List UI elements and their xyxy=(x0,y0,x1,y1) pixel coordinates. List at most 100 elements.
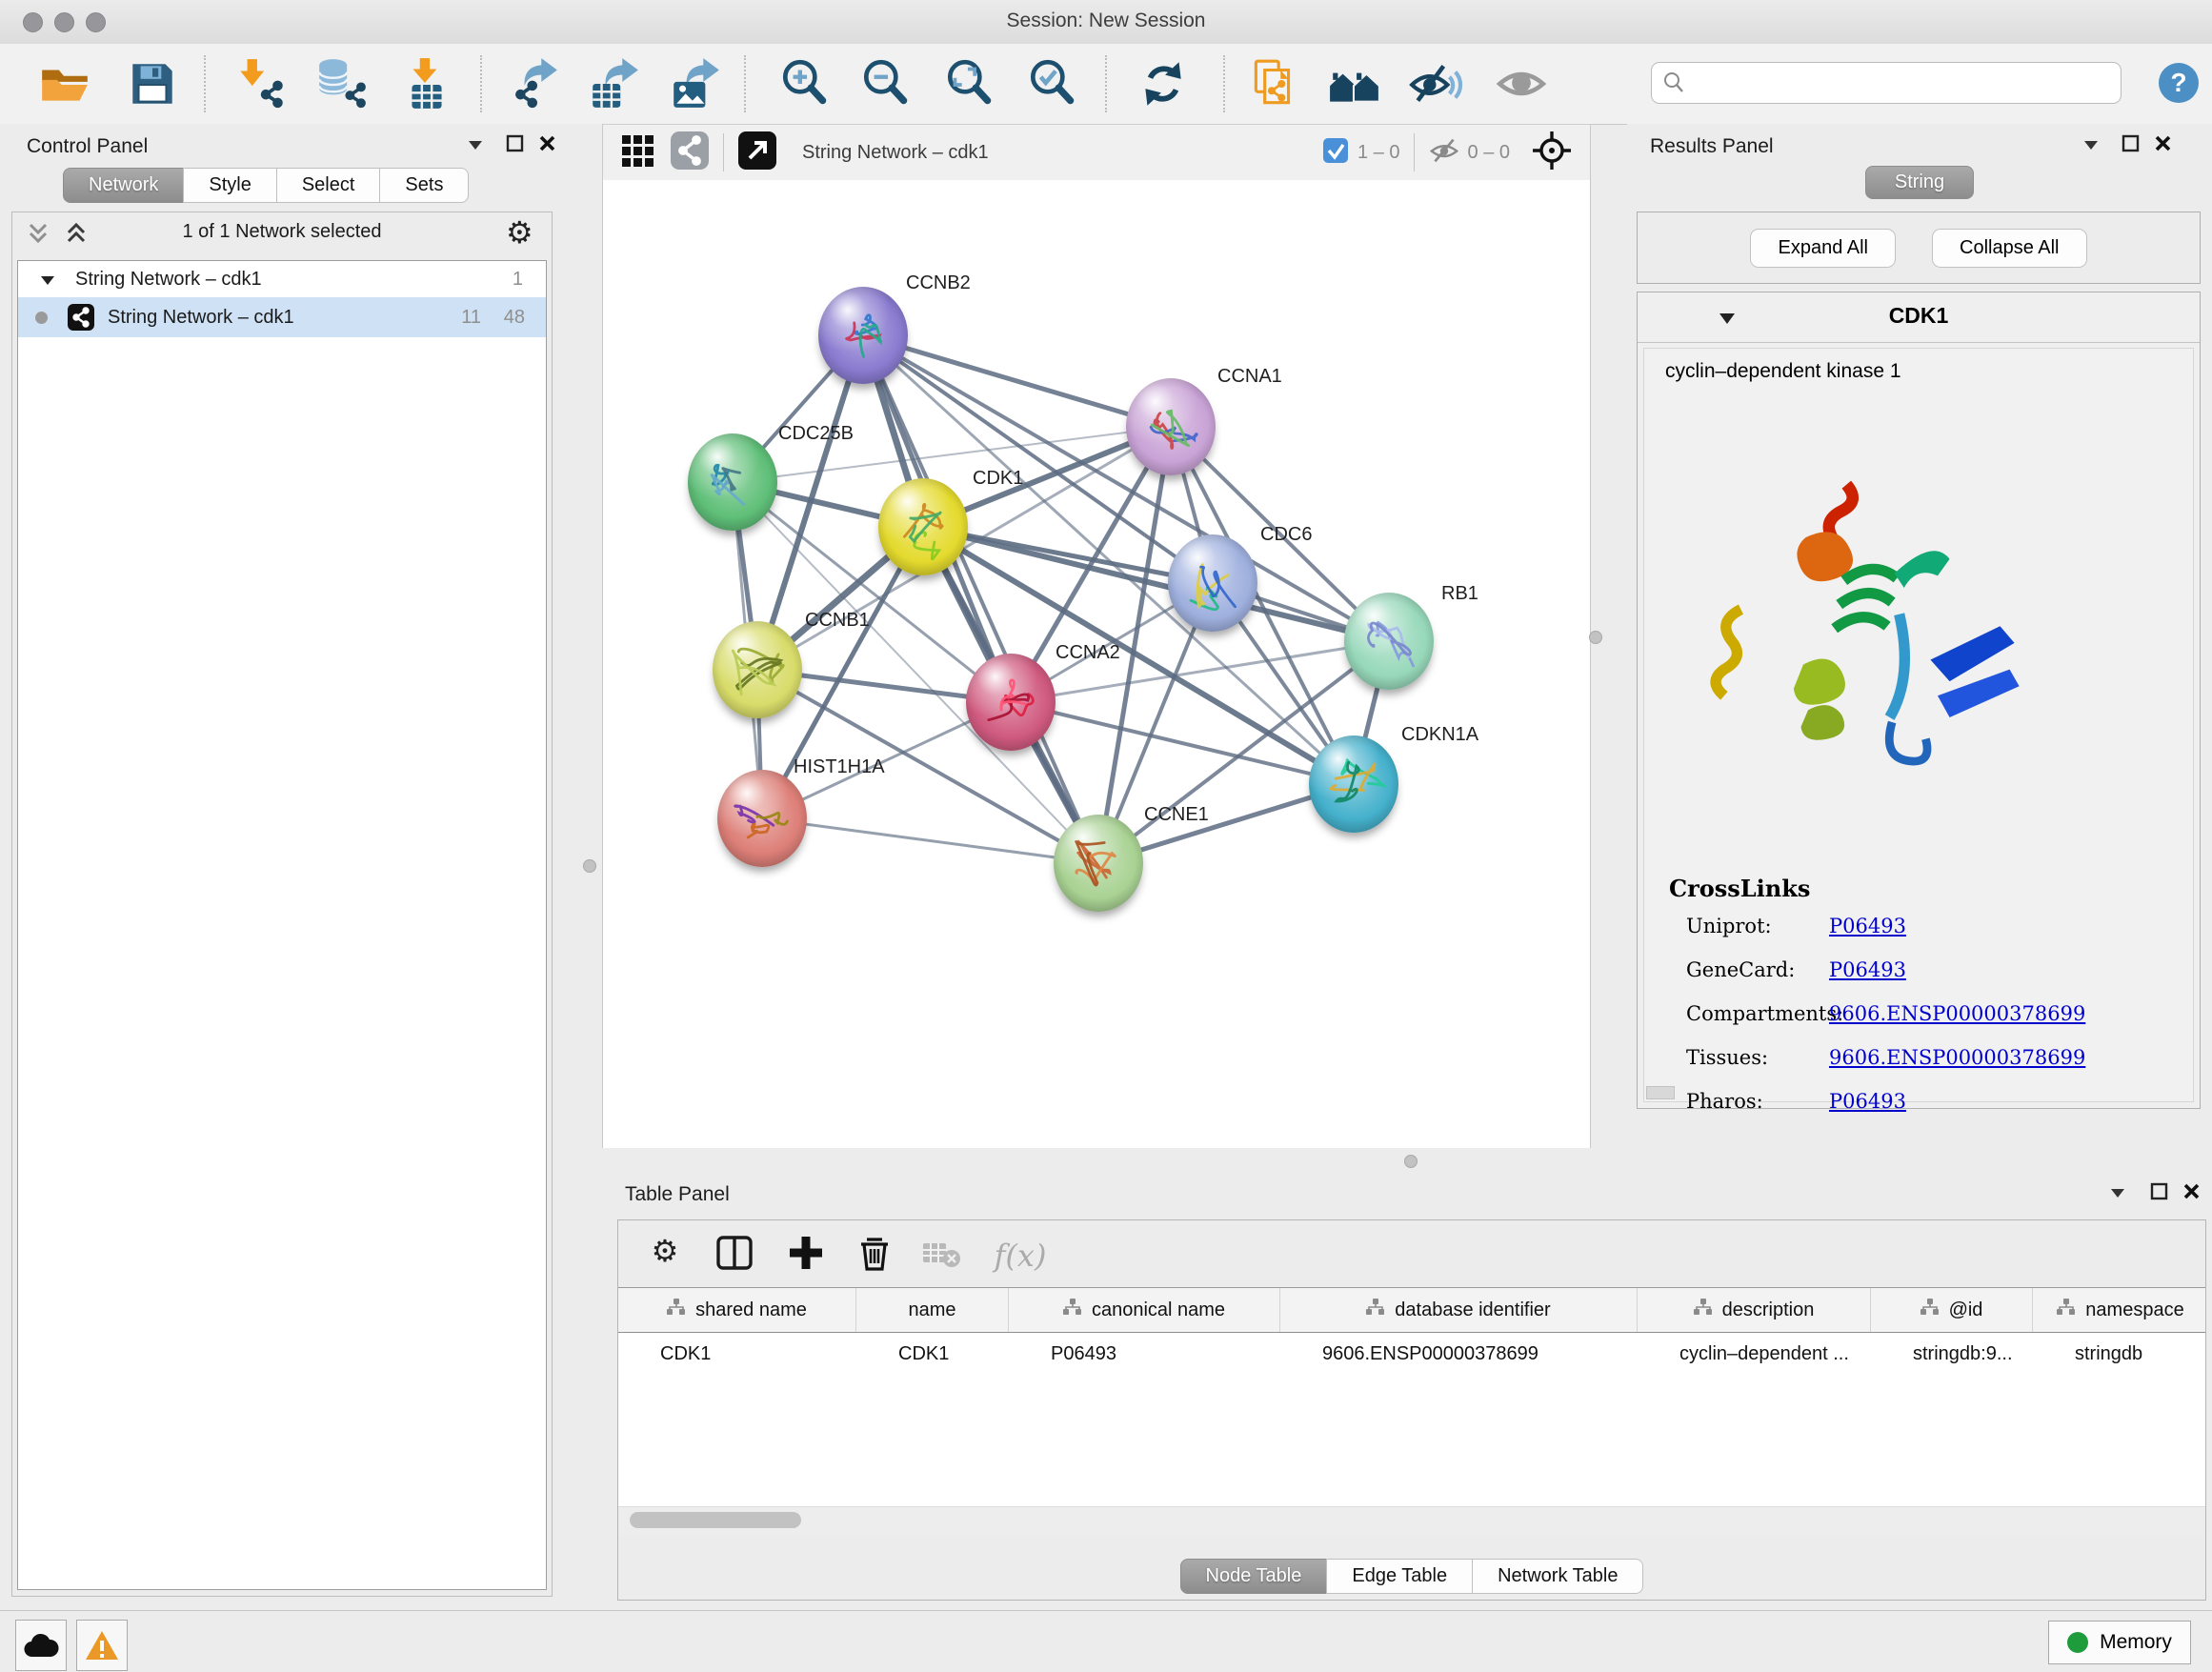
divider-handle[interactable] xyxy=(1589,631,1602,644)
network-node-CDK1[interactable] xyxy=(878,478,968,575)
memory-button[interactable]: Memory xyxy=(2048,1621,2191,1664)
import-network-database-icon[interactable] xyxy=(314,56,370,111)
help-button[interactable]: ? xyxy=(2157,61,2212,116)
export-image-icon[interactable] xyxy=(668,56,723,111)
network-node-RB1[interactable] xyxy=(1344,593,1434,690)
show-eye-icon[interactable] xyxy=(1494,56,1549,111)
network-node-CDC6[interactable] xyxy=(1168,534,1257,632)
refresh-icon[interactable] xyxy=(1136,56,1191,111)
column-header-shared-name[interactable]: shared name xyxy=(618,1288,856,1332)
divider-handle[interactable] xyxy=(583,859,596,873)
column-type-icon xyxy=(2057,1299,2076,1321)
entry-scrollbar[interactable] xyxy=(1646,1086,1675,1099)
tab-sets[interactable]: Sets xyxy=(379,168,469,203)
search-input[interactable] xyxy=(1686,71,2100,94)
protein-thumbnail xyxy=(1126,378,1216,475)
crosslink-link[interactable]: 9606.ENSP00000378699 xyxy=(1829,1002,2085,1025)
warnings-button[interactable] xyxy=(76,1620,128,1671)
panel-close-icon[interactable] xyxy=(2151,131,2176,156)
scrollbar-thumb[interactable] xyxy=(630,1512,801,1528)
crosslinks-title: CrossLinks xyxy=(1669,875,1810,902)
protein-thumbnail xyxy=(717,770,807,867)
zoom-out-icon[interactable] xyxy=(858,56,914,111)
panel-menu-icon[interactable] xyxy=(2105,1179,2130,1204)
network-row-selected[interactable]: String Network – cdk1 11 48 xyxy=(18,297,546,337)
table-cell: CDK1 xyxy=(618,1333,856,1375)
divider-handle[interactable] xyxy=(1404,1155,1418,1168)
clone-network-icon[interactable] xyxy=(1246,56,1301,111)
zoom-selected-icon[interactable] xyxy=(1025,56,1080,111)
crosslink-label: Tissues: xyxy=(1686,1046,1768,1069)
delete-column-icon[interactable] xyxy=(851,1232,898,1276)
home-overview-icon[interactable] xyxy=(1327,56,1382,111)
column-header--id[interactable]: @id xyxy=(1871,1288,2033,1332)
network-collection-row[interactable]: String Network – cdk1 1 xyxy=(18,261,546,297)
column-header-database-identifier[interactable]: database identifier xyxy=(1280,1288,1638,1332)
panel-close-icon[interactable] xyxy=(535,131,560,156)
import-network-file-icon[interactable] xyxy=(231,56,287,111)
hide-selected-icon[interactable] xyxy=(1408,56,1463,111)
add-column-icon[interactable] xyxy=(782,1232,830,1276)
protein-structure-image xyxy=(1692,463,2054,787)
collapse-all-button[interactable]: Collapse All xyxy=(1932,229,2087,268)
panel-menu-icon[interactable] xyxy=(463,131,488,156)
zoom-fit-icon[interactable] xyxy=(942,56,997,111)
tab-string[interactable]: String xyxy=(1865,166,1974,199)
table-row[interactable]: CDK1CDK1P064939606.ENSP00000378699cyclin… xyxy=(618,1333,2205,1375)
network-tree: String Network – cdk1 1 String Network –… xyxy=(17,260,547,1590)
table-options-gear-icon[interactable]: ⚙ xyxy=(641,1236,689,1279)
panel-menu-icon[interactable] xyxy=(2079,131,2103,156)
tab-style[interactable]: Style xyxy=(183,168,276,203)
column-header-canonical-name[interactable]: canonical name xyxy=(1009,1288,1280,1332)
export-network-icon[interactable] xyxy=(506,56,561,111)
network-canvas[interactable]: CCNB2CCNA1CDC25BCDK1CDC6RB1CCNB1CCNA2CDK… xyxy=(603,124,1590,1093)
column-header-namespace[interactable]: namespace xyxy=(2033,1288,2205,1332)
column-type-icon xyxy=(1694,1299,1713,1321)
collection-expand-icon[interactable] xyxy=(39,265,56,301)
column-header-description[interactable]: description xyxy=(1638,1288,1871,1332)
crosslink-link[interactable]: 9606.ENSP00000378699 xyxy=(1829,1046,2085,1069)
crosslink-link[interactable]: P06493 xyxy=(1829,915,1906,937)
toolbar-separator xyxy=(480,55,482,112)
network-options-gear-icon[interactable]: ⚙ xyxy=(506,217,533,248)
table-hscrollbar[interactable] xyxy=(618,1506,2205,1534)
tab-network[interactable]: Network xyxy=(63,168,184,203)
select-columns-icon[interactable] xyxy=(712,1232,759,1276)
network-node-count: 11 xyxy=(461,297,481,337)
tab-network-table[interactable]: Network Table xyxy=(1472,1559,1643,1594)
tab-edge-table[interactable]: Edge Table xyxy=(1326,1559,1473,1594)
tab-node-table[interactable]: Node Table xyxy=(1180,1559,1328,1594)
column-header-name[interactable]: name xyxy=(856,1288,1009,1332)
entry-header[interactable]: CDK1 xyxy=(1638,292,2200,343)
protein-thumbnail xyxy=(713,621,802,718)
column-label: canonical name xyxy=(1092,1299,1225,1321)
open-session-icon[interactable] xyxy=(37,56,92,111)
column-type-icon xyxy=(1366,1299,1385,1321)
network-node-CDC25B[interactable] xyxy=(688,433,777,531)
search-bar[interactable] xyxy=(1651,62,2122,104)
panel-float-icon[interactable] xyxy=(503,131,528,156)
crosslink-link[interactable]: P06493 xyxy=(1829,958,1906,981)
export-table-icon[interactable] xyxy=(587,56,642,111)
network-node-CCNA2[interactable] xyxy=(966,654,1056,751)
network-node-CCNA1[interactable] xyxy=(1126,378,1216,475)
zoom-in-icon[interactable] xyxy=(777,56,833,111)
network-node-CCNB2[interactable] xyxy=(818,287,908,384)
panel-float-icon[interactable] xyxy=(2147,1179,2172,1204)
import-table-icon[interactable] xyxy=(399,56,454,111)
table-cell: P06493 xyxy=(1009,1333,1280,1375)
network-node-CCNB1[interactable] xyxy=(713,621,802,718)
network-node-CCNE1[interactable] xyxy=(1054,815,1143,912)
cloud-status-button[interactable] xyxy=(15,1620,67,1671)
expand-all-button[interactable]: Expand All xyxy=(1750,229,1896,268)
table-body: CDK1CDK1P064939606.ENSP00000378699cyclin… xyxy=(618,1333,2205,1506)
network-node-CDKN1A[interactable] xyxy=(1309,735,1398,833)
cloud-icon xyxy=(23,1632,59,1659)
save-session-icon[interactable] xyxy=(125,56,180,111)
protein-thumbnail xyxy=(966,654,1056,751)
network-node-HIST1H1A[interactable] xyxy=(717,770,807,867)
crosslink-link[interactable]: P06493 xyxy=(1829,1090,1906,1113)
panel-close-icon[interactable] xyxy=(2180,1179,2204,1204)
panel-float-icon[interactable] xyxy=(2119,131,2143,156)
tab-select[interactable]: Select xyxy=(276,168,381,203)
